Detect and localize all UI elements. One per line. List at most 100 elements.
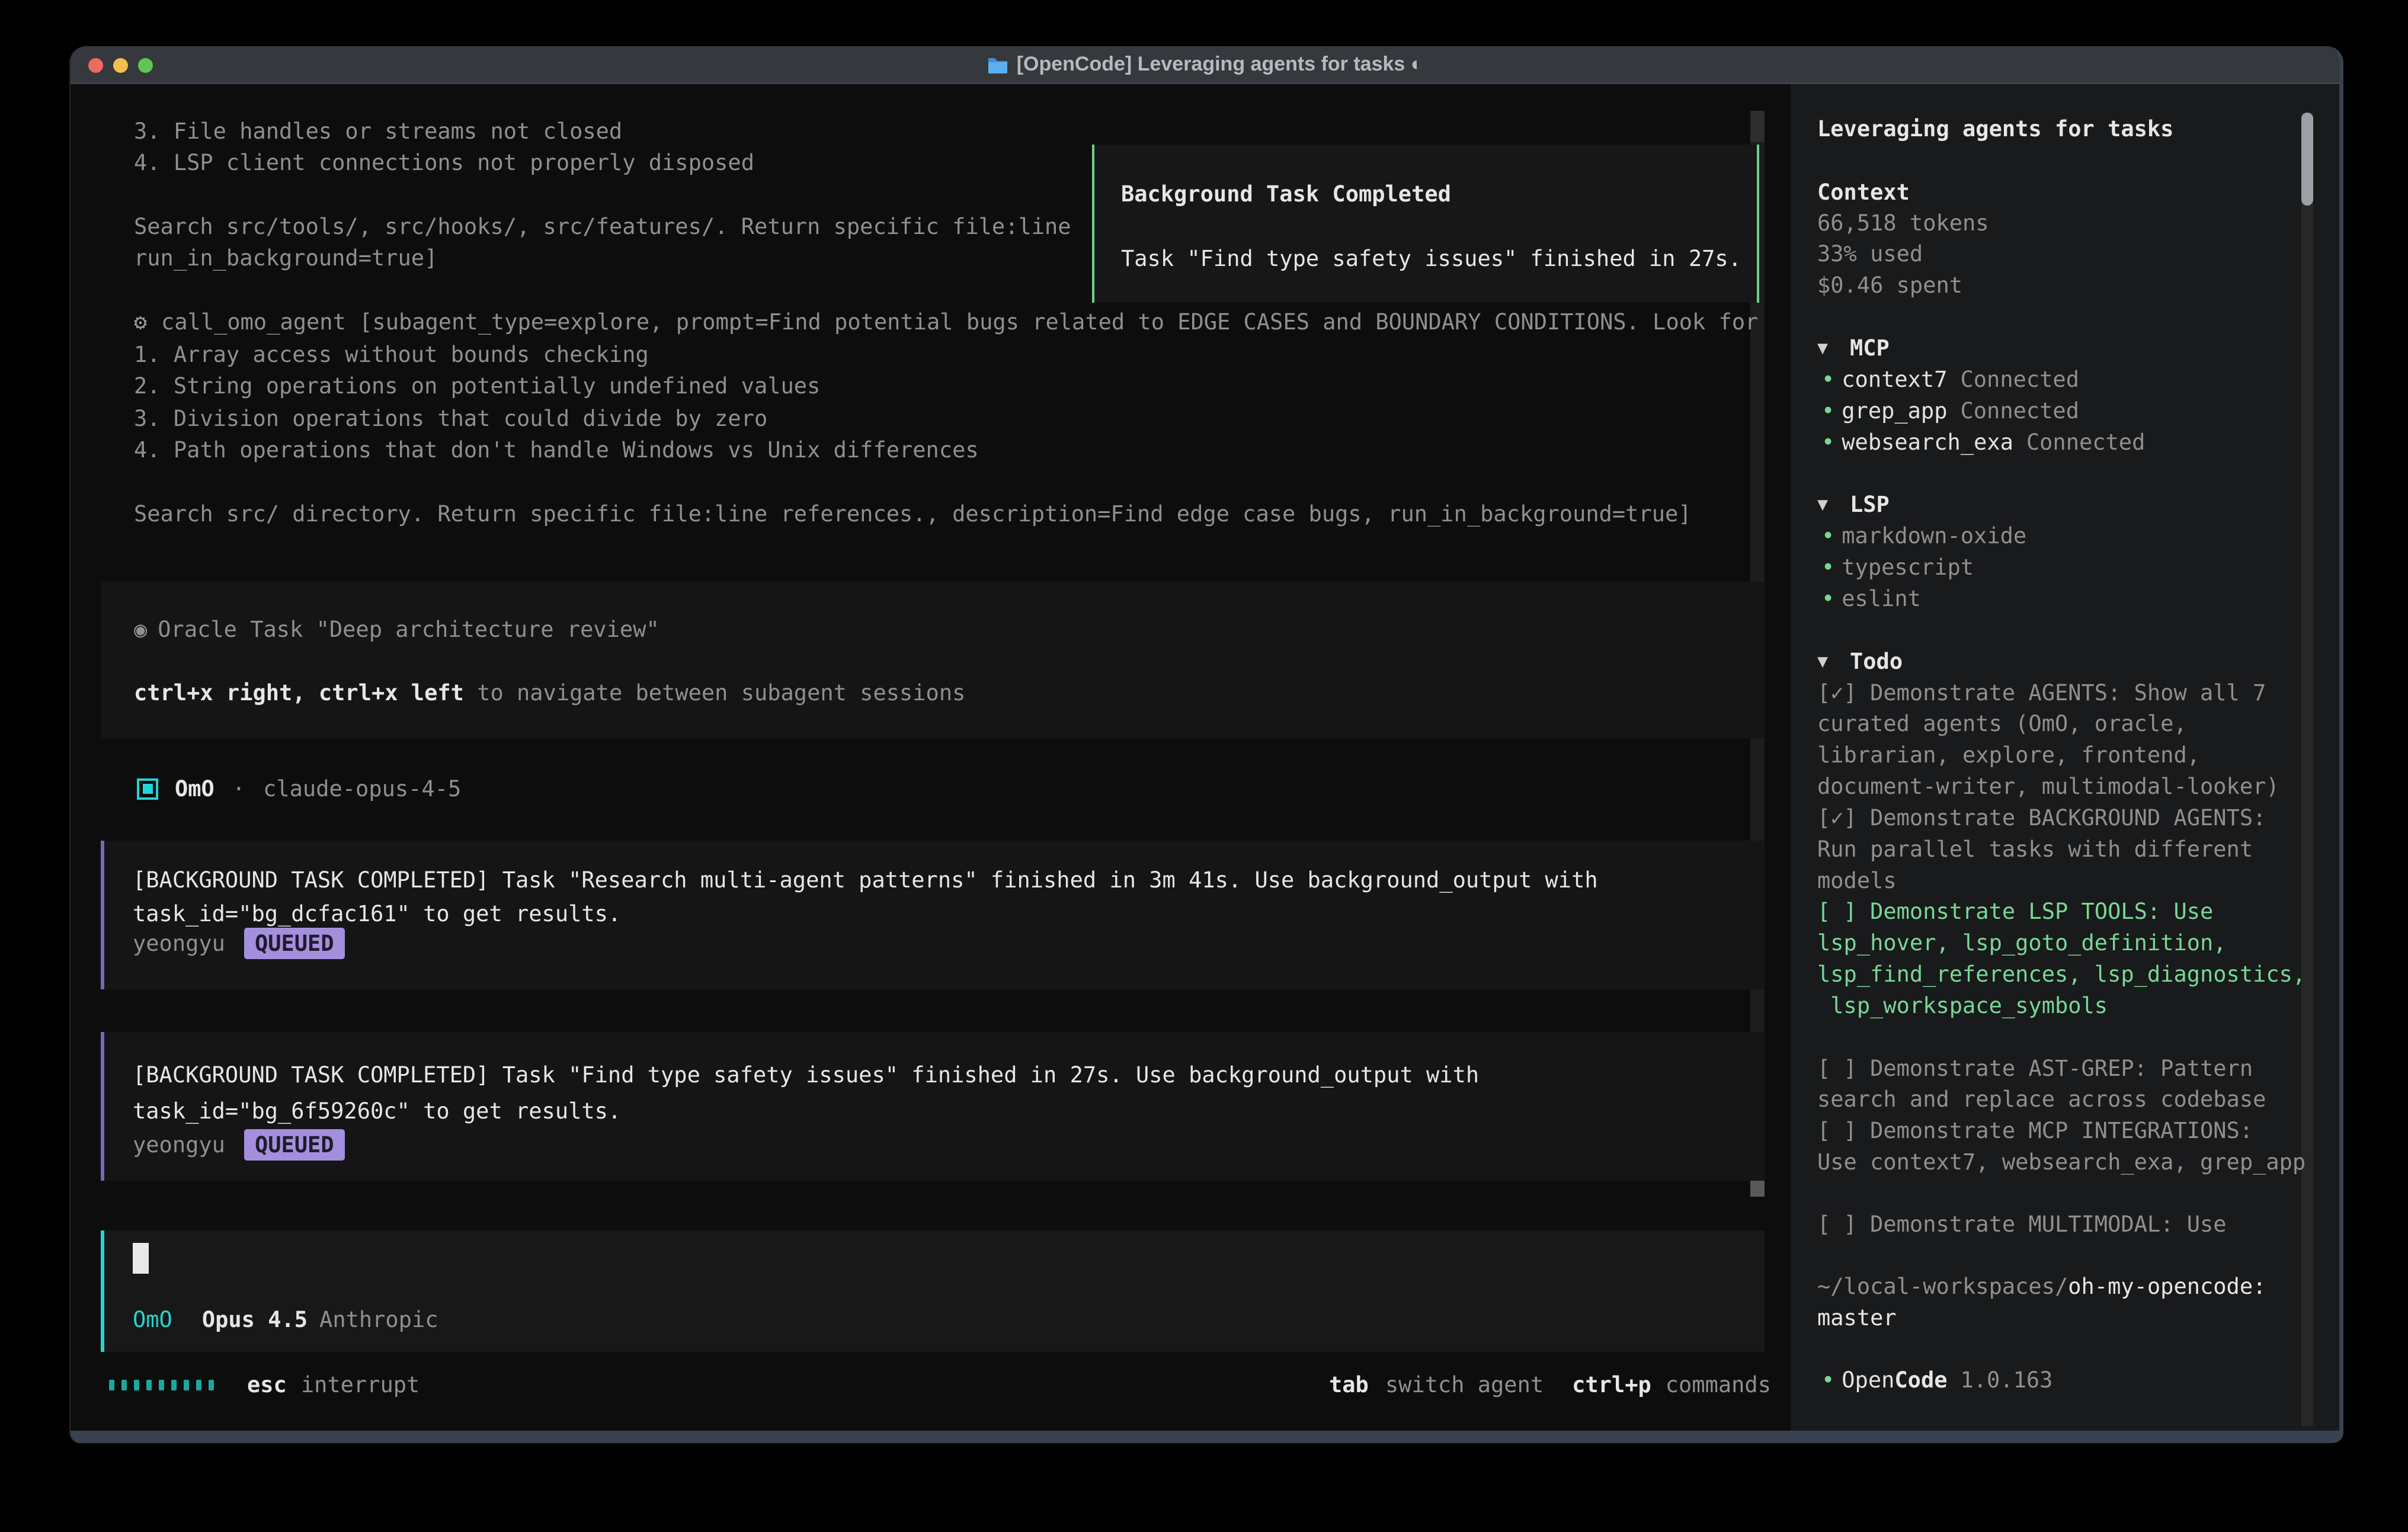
notification-title: Background Task Completed [1121,178,1451,210]
chevron-down-icon[interactable]: ▼ [1817,489,1828,520]
conversation-pane: 3. File handles or streams not closed 4.… [71,84,1791,1431]
agent-icon-core [143,784,153,794]
agent-model: claude-opus-4-5 [263,776,461,802]
todo-line-active: [ ] Demonstrate LSP TOOLS: Use [1817,896,2213,927]
todo-line-done: [✓] Demonstrate AGENTS: Show all 7 [1817,677,2266,709]
todo-line-pending: [ ] Demonstrate AST-GREP: Pattern [1817,1053,2253,1084]
minimize-button[interactable] [113,58,128,73]
lsp-name: typescript [1842,555,1974,580]
message-block: [BACKGROUND TASK COMPLETED] Task "Find t… [101,1032,1765,1181]
bullet-icon: • [1821,1367,1834,1393]
sidebar-scrollbar-thumb[interactable] [2301,113,2313,206]
prompt-input[interactable]: OmOOpus 4.5Anthropic [101,1230,1765,1352]
lsp-item: • typescript [1821,552,1974,583]
context-heading: Context [1817,177,1910,208]
input-provider: Anthropic [319,1307,438,1332]
todo-line-active: lsp_workspace_symbols [1817,990,2108,1021]
output-line: 2. String operations on potentially unde… [134,370,820,402]
output-line: Search src/ directory. Return specific f… [134,498,1692,530]
bullet-icon: • [1821,523,1834,549]
zoom-button[interactable] [138,58,153,73]
todo-line-active: lsp_find_references, lsp_diagnostics, [1817,959,2305,990]
bullet-icon: • [1821,430,1834,455]
todo-line-done: librarian, explore, frontend, [1817,739,2200,771]
lsp-heading: LSP [1850,489,1890,520]
tab-key-hint: tab [1329,1372,1369,1398]
output-line: 1. Array access without bounds checking [134,339,649,370]
workspace-repo: oh-my-opencode: [2068,1274,2266,1299]
message-meta: yeongyu QUEUED [133,928,345,959]
notification-body: Task "Find type safety issues" finished … [1121,243,1741,274]
mcp-item: •websearch_exaConnected [1821,427,2145,458]
todo-line-pending: Use context7, websearch_exa, grep_app [1817,1146,2305,1178]
workspace-path: ~/local-workspaces/oh-my-opencode: [1817,1271,2266,1302]
message-block: [BACKGROUND TASK COMPLETED] Task "Resear… [101,841,1765,989]
desktop: [OpenCode] Leveraging agents for tasks ◐… [0,0,2408,1532]
oracle-task-title: Oracle Task "Deep architecture review" [158,617,659,642]
todo-heading: Todo [1850,646,1903,677]
todo-line-active: lsp_hover, lsp_goto_definition, [1817,927,2227,959]
text-cursor [133,1243,149,1274]
agent-name: OmO [175,776,214,802]
context-used: 33% used [1817,238,1923,270]
esc-key-label: interrupt [301,1372,420,1398]
mcp-status: Connected [2026,430,2145,455]
mcp-name: grep_app [1842,398,1947,424]
oracle-task-title-line: ◉ Oracle Task "Deep architecture review" [134,614,659,645]
folder-icon [987,56,1008,73]
message-line: [BACKGROUND TASK COMPLETED] Task "Find t… [133,1059,1479,1091]
lsp-name: eslint [1842,586,1921,611]
mcp-name: context7 [1842,367,1947,392]
esc-key-hint: esc [247,1372,287,1398]
output-line: 4. Path operations that don't handle Win… [134,434,979,466]
version-number: 1.0.163 [1961,1367,2053,1393]
todo-line-done: [✓] Demonstrate BACKGROUND AGENTS: [1817,802,2266,834]
oracle-task-box: ◉Oracle Task "Deep architecture review" … [101,582,1765,739]
main-scrollbar-track-top [1750,111,1765,142]
message-line: task_id="bg_6f59260c" to get results. [133,1095,621,1127]
message-meta: yeongyuQUEUED [133,1129,345,1161]
sidebar-pane: Leveraging agents for tasks Context 66,5… [1791,84,2339,1431]
input-model-row: OmOOpus 4.5Anthropic [133,1304,438,1335]
message-line: task_id="bg_dcfac161" to get results. [133,898,621,930]
content: 3. File handles or streams not closed 4.… [71,84,2339,1431]
titlebar[interactable]: [OpenCode] Leveraging agents for tasks ◐ [71,46,2339,84]
lsp-name: markdown-oxide [1842,523,2026,549]
ctrlp-key-label: commands [1666,1372,1771,1398]
output-line: 3. File handles or streams not closed [134,116,622,147]
input-agent-name: OmO [133,1307,172,1332]
agent-icon [137,778,158,800]
mcp-heading: MCP [1850,332,1890,364]
todo-line-pending: [ ] Demonstrate MCP INTEGRATIONS: [1817,1115,2253,1146]
workspace-branch: master [1817,1302,1897,1334]
traffic-lights [88,46,153,84]
bullet-icon: • [1821,555,1834,580]
output-line: 3. Division operations that could divide… [134,403,767,434]
tool-call-text: call_omo_agent [subagent_type=explore, p… [161,309,1758,335]
close-button[interactable] [88,58,103,73]
window-bottom-edge [71,1431,2339,1443]
main-scrollbar-thumb[interactable] [1750,1179,1765,1197]
agent-separator: · [232,776,245,802]
brand-open: Open [1842,1367,1894,1393]
background-task-notification: Background Task Completed Task "Find typ… [1092,145,1759,303]
mcp-item: •context7Connected [1821,364,2079,395]
version-row: • OpenCode 1.0.163 [1821,1364,2052,1396]
oracle-icon: ◉ [134,617,147,642]
todo-line-done: models [1817,865,1897,896]
chevron-down-icon[interactable]: ▼ [1817,646,1828,677]
window-title-group: [OpenCode] Leveraging agents for tasks ◐ [987,53,1423,76]
status-badge: QUEUED [244,928,345,959]
message-line: [BACKGROUND TASK COMPLETED] Task "Resear… [133,864,1598,896]
output-line: 4. LSP client connections not properly d… [134,147,754,178]
ctrlp-key-hint: ctrl+p [1572,1372,1651,1398]
tab-key-label: switch agent [1385,1372,1544,1398]
todo-line-pending: [ ] Demonstrate MULTIMODAL: Use [1817,1209,2227,1240]
mcp-status: Connected [1961,398,2079,424]
todo-line-done: Run parallel tasks with different [1817,834,2253,865]
chevron-down-icon[interactable]: ▼ [1817,332,1828,364]
message-author: yeongyu [133,931,225,956]
output-line: Search src/tools/, src/hooks/, src/featu… [134,211,1071,242]
brand-code: Code [1894,1367,1947,1393]
statusbar-right: tab switch agent ctrl+p commands [1329,1369,1771,1400]
